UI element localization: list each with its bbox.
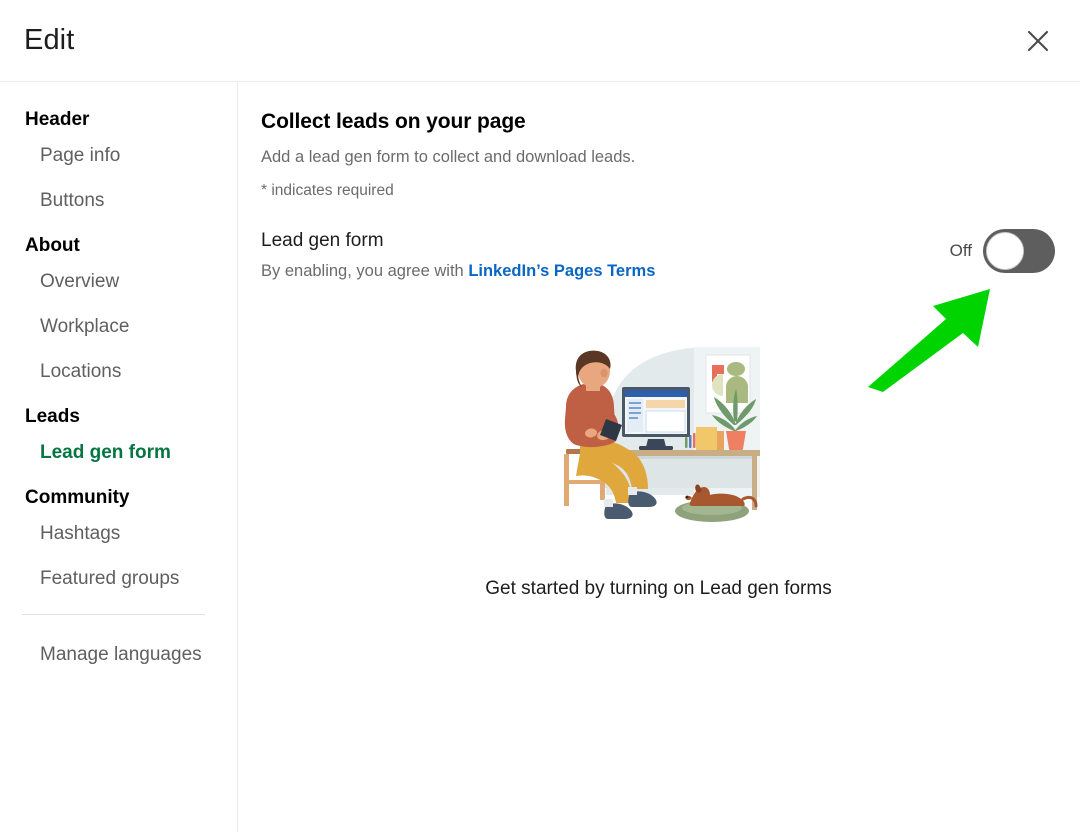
lead-gen-form-setting-row: Lead gen form By enabling, you agree wit… <box>261 229 1056 281</box>
lead-gen-form-label: Lead gen form <box>261 230 384 251</box>
nav-group-title-leads: Leads <box>25 406 80 427</box>
edit-page-modal: Edit Header Page info Buttons About Over… <box>0 0 1080 832</box>
sidebar-item-featured-groups[interactable]: Featured groups <box>0 569 237 588</box>
sidebar-item-page-info[interactable]: Page info <box>0 146 237 165</box>
lead-gen-form-text-block: Lead gen form By enabling, you agree wit… <box>261 229 655 281</box>
nav-group-header: Header Page info Buttons <box>0 110 237 210</box>
nav-group-title-about: About <box>25 235 80 256</box>
sidebar-item-lead-gen-form[interactable]: Lead gen form <box>0 443 237 462</box>
close-icon <box>1024 27 1052 55</box>
linkedin-pages-terms-link[interactable]: LinkedIn’s Pages Terms <box>468 262 655 280</box>
sidebar-divider <box>22 614 205 615</box>
close-button[interactable] <box>1015 18 1061 64</box>
section-subtitle: Add a lead gen form to collect and downl… <box>261 148 636 166</box>
nav-group-community: Community Hashtags Featured groups <box>0 488 237 588</box>
required-indicator-note: * indicates required <box>261 182 394 199</box>
section-title: Collect leads on your page <box>261 110 526 133</box>
nav-group-leads: Leads Lead gen form <box>0 407 237 462</box>
sidebar-item-overview[interactable]: Overview <box>0 272 237 291</box>
nav-group-about: About Overview Workplace Locations <box>0 236 237 381</box>
modal-header: Edit <box>0 0 1080 82</box>
main-content: Collect leads on your page Add a lead ge… <box>238 82 1080 832</box>
sidebar-item-buttons[interactable]: Buttons <box>0 191 237 210</box>
person-at-desk-with-dog-illustration <box>544 343 774 548</box>
sidebar-item-manage-languages[interactable]: Manage languages <box>0 645 237 664</box>
help-text-prefix: By enabling, you agree with <box>261 262 469 280</box>
toggle-knob <box>986 232 1024 270</box>
empty-state-caption: Get started by turning on Lead gen forms <box>485 578 832 599</box>
empty-state: Get started by turning on Lead gen forms <box>261 343 1056 600</box>
settings-sidebar: Header Page info Buttons About Overview … <box>0 82 238 832</box>
sidebar-item-locations[interactable]: Locations <box>0 362 237 381</box>
lead-gen-form-toggle[interactable] <box>983 229 1055 273</box>
page-title: Edit <box>24 24 75 56</box>
nav-group-title-community: Community <box>25 487 130 508</box>
toggle-state-label: Off <box>949 241 972 260</box>
modal-body: Header Page info Buttons About Overview … <box>0 82 1080 832</box>
lead-gen-form-toggle-control: Off <box>950 229 1056 273</box>
nav-group-title-header: Header <box>25 109 90 130</box>
lead-gen-form-help-text: By enabling, you agree with LinkedIn’s P… <box>261 262 655 281</box>
sidebar-item-hashtags[interactable]: Hashtags <box>0 524 237 543</box>
sidebar-item-workplace[interactable]: Workplace <box>0 317 237 336</box>
